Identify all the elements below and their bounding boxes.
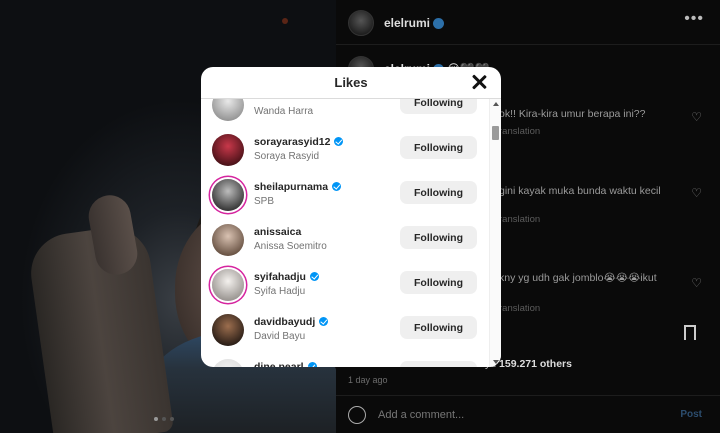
likes-dialog: Likes Wanda Harra Following sorayarasyid12…	[201, 67, 501, 367]
heart-icon[interactable]: ♡	[691, 276, 702, 290]
full-name: SPB	[254, 196, 275, 207]
username-text: dine.pearl	[254, 361, 304, 367]
scrollbar-thumb[interactable]	[492, 126, 499, 140]
avatar[interactable]	[212, 224, 244, 256]
avatar[interactable]	[212, 99, 244, 121]
username-text: sorayarasyid12	[254, 136, 331, 148]
comment-bar: Add a comment... Post	[336, 395, 720, 433]
likes-count: 159.271 others	[499, 358, 572, 370]
author-username: elelrumi	[384, 16, 431, 30]
verified-icon	[433, 18, 445, 30]
list-item[interactable]: syifahadju Syifa Hadju Following	[201, 263, 489, 308]
heart-icon[interactable]: ♡	[691, 110, 702, 124]
list-item[interactable]: Wanda Harra Following	[201, 99, 489, 128]
username[interactable]: davidbayudj	[254, 316, 329, 328]
list-item[interactable]: sorayarasyid12 Soraya Rasyid Following	[201, 128, 489, 173]
likes-list[interactable]: Wanda Harra Following sorayarasyid12 Soraya…	[201, 99, 489, 367]
list-item[interactable]: davidbayudj David Bayu Following	[201, 308, 489, 353]
comment-text: ok!! Kira-kira umur berapa ini??	[499, 108, 646, 120]
dialog-title: Likes	[334, 75, 368, 90]
scroll-down-arrow-icon[interactable]	[493, 360, 499, 364]
verified-icon	[334, 137, 344, 146]
username-text: anissaica	[254, 226, 302, 238]
scrollbar[interactable]	[489, 99, 501, 367]
following-button[interactable]: Following	[400, 316, 477, 339]
verified-icon	[319, 317, 329, 326]
list-item[interactable]: sheilapurnama SPB Following	[201, 173, 489, 218]
full-name: Wanda Harra	[254, 106, 314, 117]
username[interactable]: sorayarasyid12	[254, 136, 344, 148]
ellipsis-icon[interactable]: •••	[684, 10, 704, 28]
avatar[interactable]	[212, 269, 244, 301]
list-item[interactable]: dine.pearl Following	[201, 353, 489, 367]
full-name: Anissa Soemitro	[254, 241, 327, 252]
following-button[interactable]: Following	[400, 136, 477, 159]
verified-icon	[309, 272, 319, 281]
following-button[interactable]: Following	[400, 99, 477, 114]
comment-input[interactable]: Add a comment...	[378, 409, 464, 421]
following-button[interactable]: Following	[400, 226, 477, 249]
see-translation-link[interactable]: ranslation	[499, 303, 540, 314]
username[interactable]: anissaica	[254, 226, 301, 238]
carousel-dots	[154, 417, 174, 421]
avatar[interactable]	[212, 359, 244, 367]
comment-text: kny yg udh gak jomblo😭😭😭ikut	[499, 272, 657, 284]
following-button[interactable]: Following	[400, 361, 477, 367]
see-translation-link[interactable]: ranslation	[499, 126, 540, 137]
close-icon[interactable]	[469, 72, 489, 92]
username-text: davidbayudj	[254, 316, 316, 328]
avatar[interactable]	[212, 179, 244, 211]
bookmark-icon[interactable]	[684, 325, 696, 340]
following-button[interactable]: Following	[400, 271, 477, 294]
post-header: elelrumi	[348, 10, 445, 36]
username[interactable]: syifahadju	[254, 271, 319, 283]
emoji-icon[interactable]	[348, 406, 366, 424]
username-text: sheilapurnama	[254, 181, 329, 193]
comment-text: gini kayak muka bunda waktu kecil	[499, 185, 661, 197]
author-avatar[interactable]	[348, 10, 374, 36]
verified-icon	[307, 362, 317, 367]
heart-icon[interactable]: ♡	[691, 186, 702, 200]
username-text: syifahadju	[254, 271, 306, 283]
following-button[interactable]: Following	[400, 181, 477, 204]
full-name: David Bayu	[254, 331, 306, 342]
verified-icon	[332, 182, 342, 191]
post-comment-button[interactable]: Post	[680, 409, 702, 420]
divider	[336, 44, 720, 45]
full-name: Soraya Rasyid	[254, 151, 320, 162]
full-name: Syifa Hadju	[254, 286, 306, 297]
scroll-up-arrow-icon[interactable]	[493, 102, 499, 106]
list-item[interactable]: anissaica Anissa Soemitro Following	[201, 218, 489, 263]
dialog-header: Likes	[201, 67, 501, 99]
photo-light	[282, 18, 288, 24]
post-date: 1 day ago	[348, 375, 388, 385]
avatar[interactable]	[212, 134, 244, 166]
see-translation-link[interactable]: ranslation	[499, 214, 540, 225]
avatar[interactable]	[212, 314, 244, 346]
username[interactable]: sheilapurnama	[254, 181, 342, 193]
username[interactable]: dine.pearl	[254, 361, 317, 367]
